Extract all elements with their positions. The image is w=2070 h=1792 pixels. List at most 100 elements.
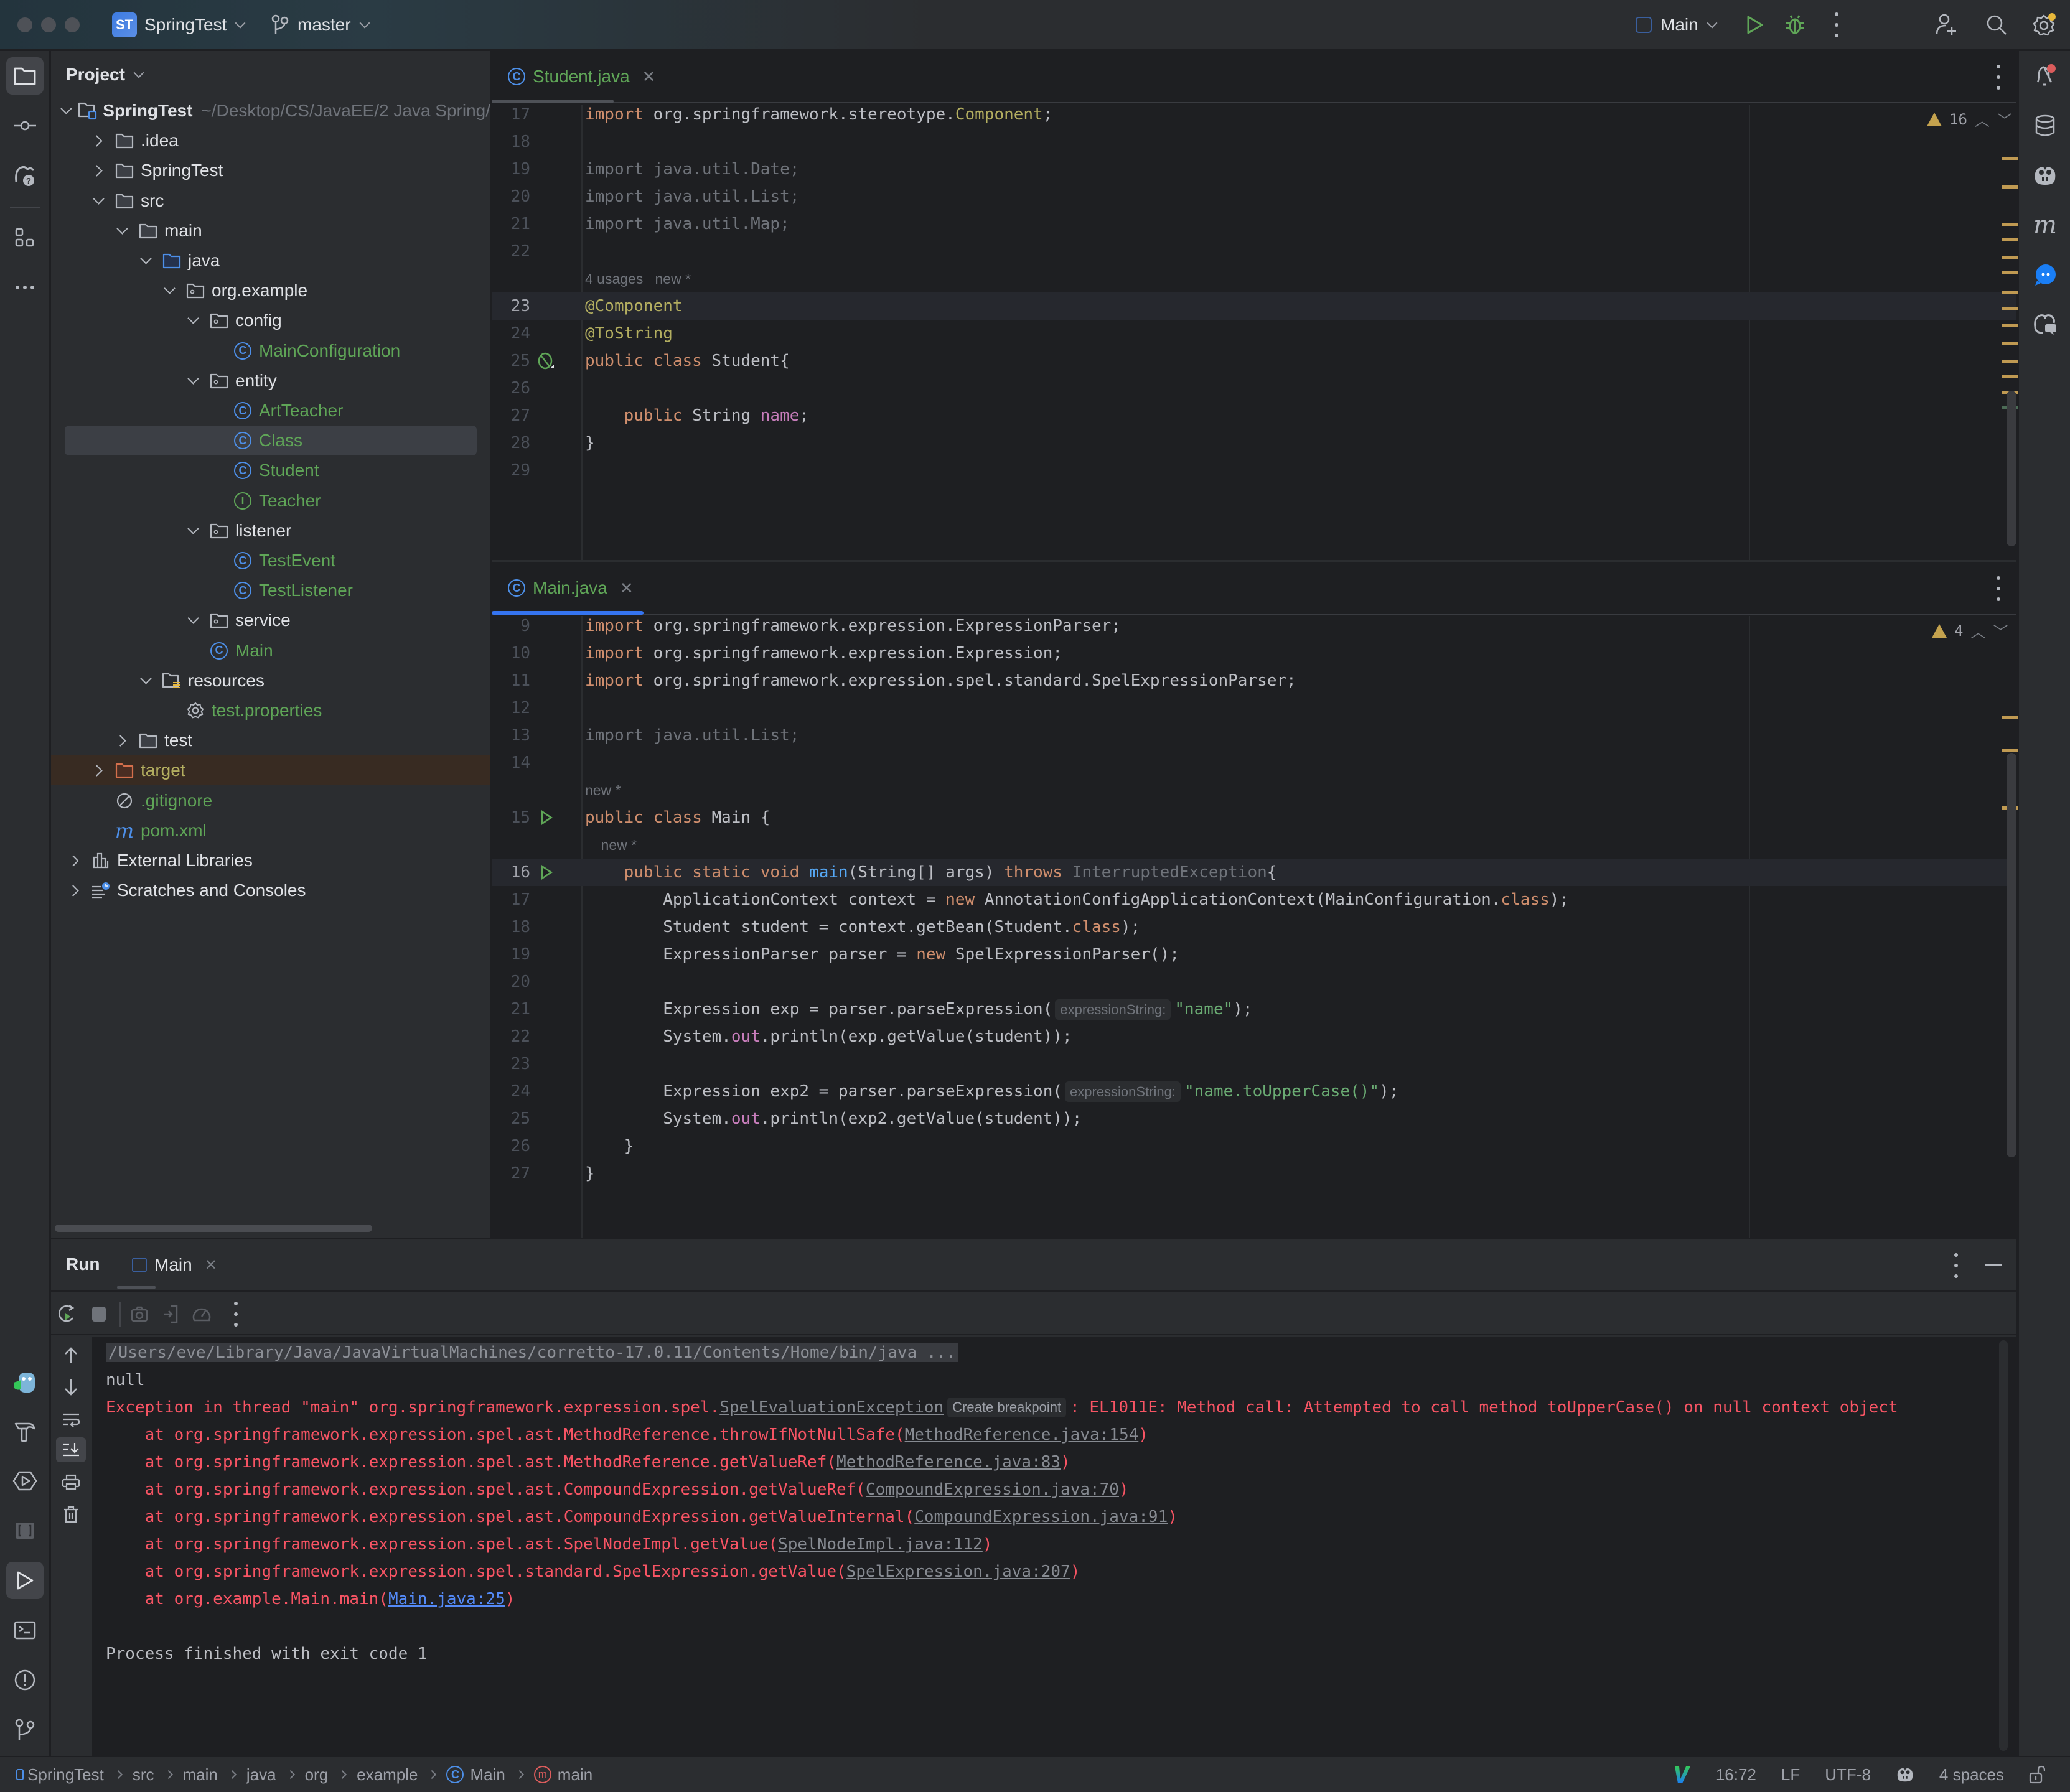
line-number[interactable]: 17 bbox=[492, 890, 530, 909]
search-button[interactable] bbox=[1983, 11, 2010, 39]
tree-item[interactable]: Scratches and Consoles bbox=[51, 875, 490, 905]
chevron-down-icon[interactable] bbox=[184, 612, 202, 629]
problems-tool-button[interactable] bbox=[6, 1661, 44, 1699]
code-area[interactable]: 9 import org.springframework.expression.E… bbox=[492, 616, 2019, 1238]
warning-stripe-mark[interactable] bbox=[2002, 157, 2019, 160]
line-number[interactable]: 20 bbox=[492, 973, 530, 991]
warning-stripe-mark[interactable] bbox=[2002, 342, 2019, 345]
warning-stripe-mark[interactable] bbox=[2002, 749, 2019, 752]
clear-all-button[interactable] bbox=[59, 1502, 83, 1527]
line-number[interactable]: 15 bbox=[492, 808, 530, 827]
next-highlight-icon[interactable]: ﹀ bbox=[1993, 620, 2008, 642]
tree-item[interactable]: java bbox=[51, 246, 490, 276]
services-tool-button[interactable] bbox=[6, 1462, 44, 1500]
breadcrumb-item[interactable]: org bbox=[305, 1765, 329, 1785]
more-actions-button[interactable] bbox=[1833, 12, 1840, 37]
tree-item[interactable]: resources bbox=[51, 666, 490, 696]
chevron-right-icon[interactable] bbox=[90, 762, 107, 779]
stacktrace-link[interactable]: MethodReference.java:154 bbox=[905, 1426, 1139, 1444]
close-tab-icon[interactable]: ✕ bbox=[642, 67, 656, 86]
code-lens-text[interactable]: 4 usages new * bbox=[585, 271, 691, 287]
line-number[interactable]: 18 bbox=[492, 133, 530, 151]
tab-main-java[interactable]: C Main.java ✕ bbox=[508, 562, 634, 614]
project-tool-button[interactable] bbox=[6, 57, 44, 95]
file-encoding[interactable]: UTF-8 bbox=[1825, 1765, 1871, 1785]
line-number[interactable]: 27 bbox=[492, 1164, 530, 1183]
editor-tab-more-button[interactable] bbox=[1995, 576, 2002, 601]
breadcrumb-item[interactable]: C Main bbox=[446, 1765, 505, 1785]
profiler-button[interactable] bbox=[189, 1302, 214, 1327]
stacktrace-link[interactable]: SpelNodeImpl.java:112 bbox=[778, 1535, 983, 1554]
editor-tab-more-button[interactable] bbox=[1995, 65, 2002, 90]
chevron-right-icon[interactable] bbox=[66, 882, 83, 899]
tree-item[interactable]: C ArtTeacher bbox=[51, 396, 490, 426]
warning-stripe-mark[interactable] bbox=[2002, 375, 2019, 378]
git-tool-button[interactable] bbox=[6, 1711, 44, 1748]
indent-setting[interactable]: 4 spaces bbox=[1939, 1765, 2004, 1785]
warning-stripe-mark[interactable] bbox=[2002, 238, 2019, 241]
branch-switcher[interactable]: master bbox=[271, 0, 370, 50]
warning-stripe-mark[interactable] bbox=[2002, 307, 2019, 310]
horizontal-scrollbar[interactable] bbox=[55, 1225, 372, 1232]
line-number[interactable]: 22 bbox=[492, 1027, 530, 1046]
window-close-button[interactable] bbox=[17, 17, 32, 32]
warning-stripe-mark[interactable] bbox=[2002, 271, 2019, 274]
run-button[interactable] bbox=[1743, 12, 1768, 37]
chevron-down-icon[interactable] bbox=[137, 252, 154, 269]
tree-item[interactable]: C TestListener bbox=[51, 576, 490, 605]
ai-assistant-tool-button[interactable]: ? bbox=[6, 157, 44, 194]
line-number[interactable]: 16 bbox=[492, 863, 530, 882]
spring-bean-icon[interactable] bbox=[536, 352, 555, 375]
window-zoom-button[interactable] bbox=[65, 17, 80, 32]
database-button[interactable] bbox=[2026, 107, 2064, 144]
more-tools-button[interactable] bbox=[6, 269, 44, 306]
tree-item[interactable]: SpringTest ~/Desktop/CS/JavaEE/2 Java Spr… bbox=[51, 96, 490, 126]
vim-icon[interactable] bbox=[1674, 1765, 1691, 1784]
code-lens-text[interactable]: new * bbox=[585, 782, 621, 798]
line-number[interactable]: 17 bbox=[492, 105, 530, 124]
warning-stripe-mark[interactable] bbox=[2002, 223, 2019, 226]
copilot-chat-button[interactable] bbox=[2026, 306, 2064, 343]
line-number[interactable]: 23 bbox=[492, 1055, 530, 1073]
source-link[interactable]: Main.java:25 bbox=[388, 1590, 505, 1608]
line-number[interactable]: 12 bbox=[492, 699, 530, 717]
line-number[interactable]: 27 bbox=[492, 406, 530, 425]
line-separator[interactable]: LF bbox=[1781, 1765, 1800, 1785]
tree-item[interactable]: target bbox=[51, 755, 490, 786]
line-number[interactable]: 14 bbox=[492, 754, 530, 772]
terminal-tool-button[interactable] bbox=[6, 1612, 44, 1649]
tree-item[interactable]: src bbox=[51, 186, 490, 216]
breadcrumb-item[interactable]: java bbox=[246, 1765, 276, 1785]
line-number[interactable]: 25 bbox=[492, 352, 530, 370]
unlock-icon[interactable] bbox=[2029, 1765, 2045, 1784]
line-number[interactable]: 13 bbox=[492, 726, 530, 745]
copilot-button[interactable] bbox=[2026, 157, 2064, 194]
chevron-right-icon[interactable] bbox=[90, 162, 107, 179]
tree-item[interactable]: C Class bbox=[51, 426, 490, 456]
warning-stripe-mark[interactable] bbox=[2002, 185, 2019, 189]
warning-stripe-mark[interactable] bbox=[2002, 360, 2019, 363]
line-number[interactable]: 18 bbox=[492, 918, 530, 936]
dump-threads-button[interactable] bbox=[127, 1302, 152, 1327]
chevron-right-icon[interactable] bbox=[113, 732, 131, 749]
next-highlight-icon[interactable]: ﹀ bbox=[1997, 108, 2012, 130]
breadcrumb-item[interactable]: m main bbox=[533, 1765, 592, 1785]
code-lens-text[interactable]: new * bbox=[585, 837, 637, 853]
chevron-down-icon[interactable] bbox=[161, 282, 178, 299]
tree-item[interactable]: main bbox=[51, 216, 490, 246]
stacktrace-link[interactable]: CompoundExpression.java:70 bbox=[866, 1480, 1119, 1499]
inspection-widget[interactable]: 4 ︿ ﹀ bbox=[1932, 620, 2008, 642]
commit-tool-button[interactable] bbox=[6, 107, 44, 144]
breadcrumb-item[interactable]: SpringTest bbox=[16, 1765, 104, 1785]
warning-stripe-mark[interactable] bbox=[2002, 324, 2019, 327]
chevron-down-icon[interactable] bbox=[184, 312, 202, 329]
chevron-down-icon[interactable] bbox=[60, 102, 72, 119]
line-number[interactable]: 24 bbox=[492, 324, 530, 343]
structure-tool-button[interactable] bbox=[6, 219, 44, 256]
project-view-selector[interactable]: Project bbox=[66, 65, 144, 85]
run-gutter-icon[interactable] bbox=[541, 810, 553, 825]
stacktrace-link[interactable]: CompoundExpression.java:91 bbox=[914, 1508, 1168, 1526]
line-number[interactable]: 24 bbox=[492, 1082, 530, 1101]
line-number[interactable]: 26 bbox=[492, 379, 530, 398]
previous-highlight-icon[interactable]: ︿ bbox=[1970, 620, 1985, 642]
